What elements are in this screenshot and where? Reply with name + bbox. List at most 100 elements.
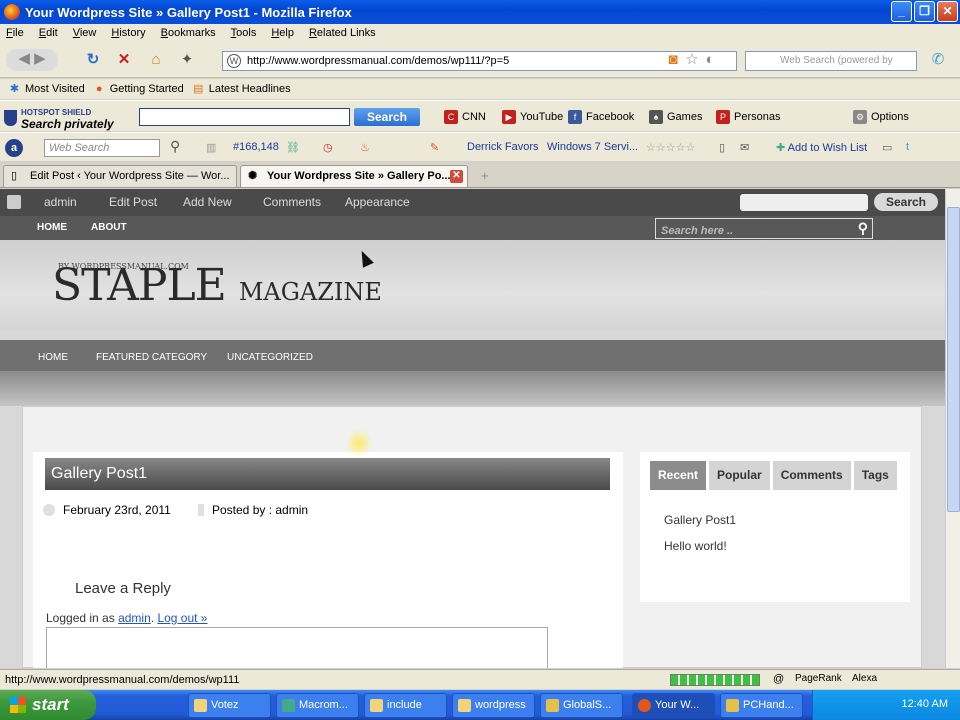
status-bar: http://www.wordpressmanual.com/demos/wp1… [0, 669, 960, 689]
admin-search-input[interactable] [740, 194, 868, 211]
link-icon[interactable]: ⛓ [286, 141, 300, 154]
menu-edit[interactable]: Edit [39, 27, 58, 39]
web-search-input[interactable]: Web Search (powered by [745, 51, 917, 71]
bar-chart-icon[interactable]: ▥ [206, 141, 216, 154]
start-button[interactable]: start [0, 690, 96, 720]
at-icon[interactable]: @ [773, 673, 784, 685]
mail-icon[interactable]: ✉ [740, 141, 749, 154]
twitter-icon[interactable]: t [906, 141, 909, 153]
task-macromedia[interactable]: Macrom... [276, 693, 359, 718]
close-tab-icon[interactable]: ✕ [450, 170, 463, 183]
cnn-link[interactable]: C CNN [444, 110, 486, 124]
task-include[interactable]: include [364, 693, 447, 718]
url-bar[interactable]: W http://www.wordpressmanual.com/demos/w… [222, 51, 737, 71]
youtube-link[interactable]: ▶ YouTube [502, 110, 563, 124]
user-avatar-icon[interactable] [7, 195, 21, 209]
menu-file[interactable]: File [6, 27, 24, 39]
alexa-rank[interactable]: #168,148 [233, 141, 279, 153]
recent-post-link[interactable]: Gallery Post1 [664, 507, 736, 533]
hotspot-shield-logo[interactable]: HOTSPOT SHIELD Search privately [4, 108, 114, 131]
card-icon[interactable]: ▭ [882, 141, 892, 154]
tab-gallery-post[interactable]: ✺ Your Wordpress Site » Gallery Po... ✕ [240, 165, 468, 187]
cat-featured[interactable]: FEATURED CATEGORY [96, 352, 207, 363]
alexa-label[interactable]: Alexa [852, 673, 877, 684]
scrollbar-thumb[interactable] [947, 207, 960, 512]
rating-stars-icon[interactable]: ☆☆☆☆☆ [646, 141, 695, 154]
close-window-button[interactable]: ✕ [937, 1, 958, 22]
task-pchand[interactable]: PCHand... [720, 693, 803, 718]
tab-strip: ▯ Edit Post ‹ Your Wordpress Site — Wor.… [0, 163, 960, 188]
windows7-link[interactable]: Windows 7 Servi... [547, 141, 638, 153]
site-search-input[interactable]: Search here .. ⚲ [655, 218, 873, 239]
history-icon[interactable]: ◷ [323, 141, 333, 154]
addon-icon[interactable]: ✦ [177, 50, 197, 70]
nav-about[interactable]: ABOUT [91, 222, 127, 233]
tab-edit-post[interactable]: ▯ Edit Post ‹ Your Wordpress Site — Wor.… [3, 165, 237, 187]
facebook-link[interactable]: f Facebook [568, 110, 634, 124]
menu-bookmarks[interactable]: Bookmarks [161, 27, 216, 39]
tab-recent[interactable]: Recent [650, 461, 707, 490]
flame-icon[interactable]: ♨ [360, 141, 370, 154]
add-new-link[interactable]: Add New [183, 195, 232, 209]
nav-home[interactable]: HOME [37, 222, 67, 233]
search-icon[interactable]: ⚲ [858, 220, 868, 237]
gauge-icon[interactable]: ◐ [700, 50, 720, 70]
site-logo[interactable]: STAPLE MAGAZINE [52, 260, 382, 311]
hotspot-search-input[interactable] [139, 108, 350, 126]
options-menu[interactable]: ⚙ Options [853, 110, 909, 124]
bookmarks-toolbar: ✱ Most Visited ● Getting Started ▤ Latest H… [0, 79, 960, 99]
menu-tools[interactable]: Tools [231, 27, 257, 39]
menu-related-links[interactable]: Related Links [309, 27, 376, 39]
games-link[interactable]: ♠ Games [649, 110, 702, 124]
task-firefox[interactable]: Your W... [632, 693, 715, 718]
rss-icon[interactable]: ◙ [663, 50, 683, 70]
menu-history[interactable]: History [111, 27, 145, 39]
user-link[interactable]: admin [118, 611, 151, 625]
cat-uncategorized[interactable]: UNCATEGORIZED [227, 352, 313, 363]
pagerank-label[interactable]: PageRank [795, 673, 842, 684]
new-tab-icon[interactable]: + [481, 168, 489, 183]
magnifier-icon[interactable]: ⚲ [170, 138, 180, 155]
task-wordpress[interactable]: wordpress [452, 693, 535, 718]
home-icon[interactable]: ⌂ [146, 50, 166, 70]
comment-textarea[interactable] [46, 627, 548, 668]
task-votez[interactable]: Votez [188, 693, 271, 718]
note-icon[interactable]: ▯ [719, 141, 725, 154]
clock[interactable]: 12:40 AM [902, 698, 948, 710]
bookmark-getting-started[interactable]: ● Getting Started [93, 83, 184, 96]
bookmark-latest-headlines[interactable]: ▤ Latest Headlines [192, 83, 291, 96]
tab-tags[interactable]: Tags [853, 461, 897, 490]
add-to-wish-list-link[interactable]: ✚ Add to Wish List [776, 141, 867, 154]
bookmark-most-visited[interactable]: ✱ Most Visited [8, 83, 85, 96]
stop-icon[interactable]: ✕ [114, 50, 134, 70]
appearance-link[interactable]: Appearance [345, 195, 410, 209]
post-title[interactable]: Gallery Post1 [45, 458, 610, 490]
maximize-button[interactable]: ❐ [914, 1, 935, 22]
admin-search-button[interactable]: Search [874, 193, 938, 211]
alexa-icon[interactable]: a [5, 139, 23, 157]
logged-in-line: Logged in as admin. Log out » [46, 611, 208, 625]
pin-icon[interactable]: ✎ [430, 141, 439, 154]
tab-popular[interactable]: Popular [709, 461, 770, 490]
back-forward-icon[interactable]: ◀ ▶ [6, 49, 58, 71]
personas-link[interactable]: P Personas [716, 110, 780, 124]
derrick-favors-link[interactable]: Derrick Favors [467, 141, 539, 153]
menu-help[interactable]: Help [271, 27, 294, 39]
logout-link[interactable]: Log out » [157, 611, 207, 625]
vertical-scrollbar[interactable] [945, 189, 960, 668]
menu-view[interactable]: View [73, 27, 97, 39]
edit-post-link[interactable]: Edit Post [109, 195, 157, 209]
task-globals[interactable]: GlobalS... [540, 693, 623, 718]
alexa-search-input[interactable]: Web Search [44, 139, 160, 157]
hotspot-search-button[interactable]: Search [354, 108, 420, 126]
comments-link[interactable]: Comments [263, 195, 321, 209]
tab-comments[interactable]: Comments [772, 461, 851, 490]
admin-link[interactable]: admin [44, 195, 77, 209]
reload-icon[interactable]: ↻ [83, 50, 103, 70]
minimize-button[interactable]: _ [891, 1, 912, 22]
recent-post-link[interactable]: Hello world! [664, 533, 736, 559]
windows-taskbar: start Votez Macrom... include wordpress … [0, 690, 960, 720]
skype-icon[interactable]: ✆ [928, 50, 948, 70]
cat-home[interactable]: HOME [38, 352, 68, 363]
bookmark-star-icon[interactable]: ☆ [682, 50, 702, 70]
